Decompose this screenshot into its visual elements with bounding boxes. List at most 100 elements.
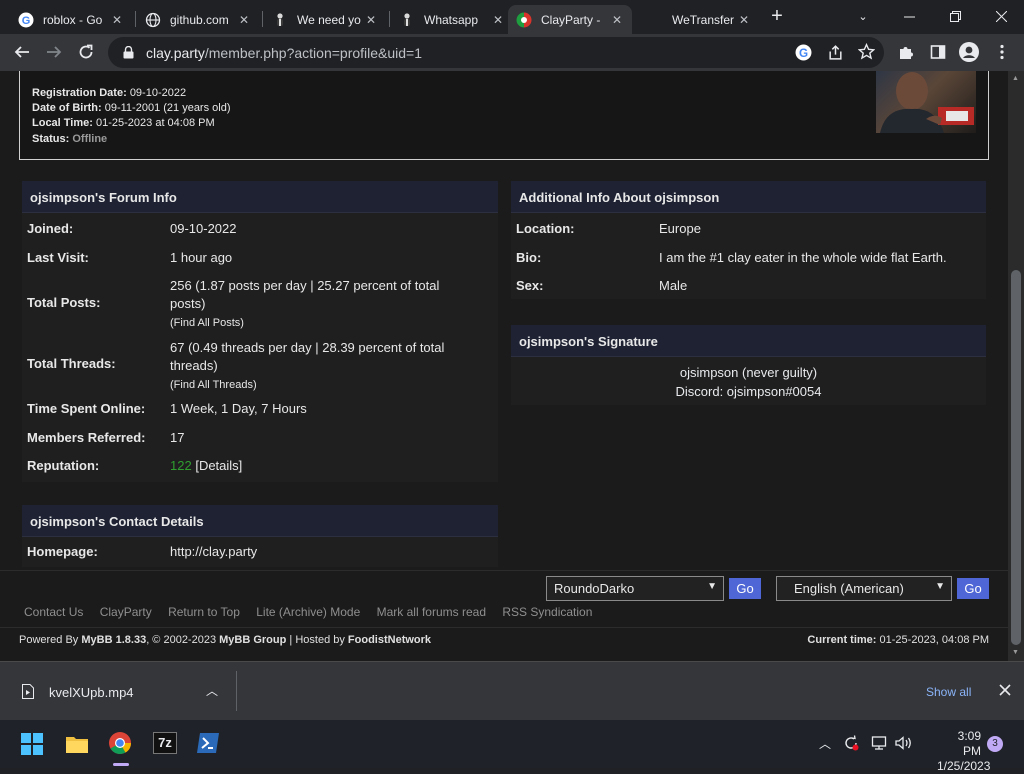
minimize-button[interactable]: [886, 0, 932, 32]
close-icon[interactable]: ✕: [489, 13, 507, 27]
url-path: /member.php?action=profile&uid=1: [204, 44, 423, 61]
homepage-link[interactable]: http://clay.party: [170, 543, 257, 561]
time-online-label: Time Spent Online:: [27, 401, 146, 416]
person-icon: [399, 12, 415, 28]
tab-clayparty[interactable]: ClayParty - ✕: [508, 5, 632, 34]
theme-go-button[interactable]: Go: [729, 578, 761, 599]
close-icon[interactable]: ✕: [235, 13, 253, 27]
windows-start-icon[interactable]: [21, 733, 43, 760]
bookmark-star-icon[interactable]: [857, 42, 876, 65]
show-all-button[interactable]: Show all: [926, 685, 971, 699]
download-divider: [236, 671, 237, 711]
registration-date: Registration Date: 09-10-2022: [32, 87, 187, 99]
find-all-threads-link[interactable]: (Find All Threads): [170, 379, 257, 391]
powershell-icon[interactable]: [196, 732, 220, 759]
time-online-value: 1 Week, 1 Day, 7 Hours: [170, 401, 307, 416]
tab-we-need[interactable]: We need yo ✕: [264, 5, 386, 34]
new-tab-button[interactable]: +: [766, 6, 788, 28]
total-posts-label: Total Posts:: [27, 295, 101, 310]
profile-avatar-icon[interactable]: [955, 38, 983, 66]
tab-title: Whatsapp: [424, 12, 479, 27]
chrome-icon[interactable]: [108, 731, 132, 760]
lock-icon[interactable]: [120, 46, 136, 59]
restore-button[interactable]: [932, 0, 978, 32]
chevron-up-icon[interactable]: ︿: [206, 682, 218, 699]
side-panel-icon[interactable]: [924, 38, 952, 66]
close-icon[interactable]: ✕: [108, 13, 126, 27]
reputation-label: Reputation:: [27, 458, 100, 473]
return-to-top-link[interactable]: Return to Top: [168, 605, 240, 619]
network-icon[interactable]: [871, 735, 887, 754]
clayparty-link[interactable]: ClayParty: [100, 605, 152, 619]
window-close-button[interactable]: [978, 0, 1024, 32]
signature-text: ojsimpson (never guilty) Discord: ojsimp…: [675, 365, 822, 399]
last-visit-value: 1 hour ago: [170, 250, 233, 265]
back-arrow-icon[interactable]: [8, 38, 36, 66]
mybb-link[interactable]: MyBB 1.8.33: [81, 634, 146, 646]
mark-forums-read-link[interactable]: Mark all forums read: [377, 605, 486, 619]
close-icon[interactable]: ✕: [362, 13, 380, 27]
language-go-button[interactable]: Go: [957, 578, 989, 599]
additional-info-heading: Additional Info About ojsimpson: [511, 181, 986, 213]
footer-divider: [0, 627, 1008, 628]
globe-icon: [145, 12, 161, 28]
tab-divider: [262, 11, 263, 27]
forum-info-panel: ojsimpson's Forum Info Joined: 09-10-202…: [22, 181, 498, 482]
address-bar[interactable]: clay.party/member.php?action=profile&uid…: [108, 37, 884, 68]
reputation-details-link[interactable]: [Details]: [195, 458, 242, 473]
notification-badge[interactable]: 3: [987, 736, 1003, 752]
theme-select[interactable]: RoundoDarko ▼: [546, 576, 724, 601]
profile-summary-box: Registration Date: 09-10-2022 Date of Bi…: [19, 71, 989, 160]
find-all-posts-link[interactable]: (Find All Posts): [170, 317, 244, 329]
tab-strip: G roblox - Go ✕ github.com ✕ We need yo …: [0, 0, 1024, 34]
kebab-menu-icon[interactable]: [988, 38, 1016, 66]
clock-time: 3:09 PM: [957, 729, 981, 758]
file-explorer-icon[interactable]: [65, 733, 89, 760]
scroll-up-icon[interactable]: ▲: [1012, 75, 1019, 82]
forward-arrow-icon[interactable]: [40, 38, 68, 66]
tab-github[interactable]: github.com ✕: [137, 5, 259, 34]
last-visit-label: Last Visit:: [27, 250, 89, 265]
clayparty-logo-icon: [516, 12, 532, 28]
person-icon: [272, 12, 288, 28]
close-icon[interactable]: [999, 683, 1011, 701]
tab-roblox[interactable]: G roblox - Go ✕: [10, 5, 132, 34]
video-file-icon: [22, 684, 34, 704]
local-time: Local Time: 01-25-2023 at 04:08 PM: [32, 117, 215, 129]
rss-link[interactable]: RSS Syndication: [502, 605, 592, 619]
homepage-label: Homepage:: [27, 544, 98, 559]
avatar: [876, 71, 976, 133]
tab-title: WeTransfer: [672, 12, 735, 27]
download-filename[interactable]: kvelXUpb.mp4: [49, 685, 134, 700]
bio-label: Bio:: [516, 250, 542, 265]
volume-icon[interactable]: [895, 735, 913, 754]
close-icon[interactable]: ✕: [735, 13, 753, 27]
reputation-score[interactable]: 122: [170, 458, 192, 473]
host-link[interactable]: FoodistNetwork: [348, 634, 431, 646]
page-scrollbar[interactable]: ▲ ▼: [1008, 71, 1024, 661]
scroll-down-icon[interactable]: ▼: [1012, 649, 1019, 656]
reload-icon[interactable]: [72, 38, 100, 66]
language-select[interactable]: English (American) ▼: [776, 576, 952, 601]
tab-whatsapp[interactable]: Whatsapp ✕: [391, 5, 513, 34]
7zip-icon[interactable]: 7z: [153, 732, 177, 754]
url-text: clay.party/member.php?action=profile&uid…: [146, 45, 422, 61]
contact-details-panel: ojsimpson's Contact Details Homepage: ht…: [22, 505, 498, 567]
lite-mode-link[interactable]: Lite (Archive) Mode: [256, 605, 360, 619]
chevron-up-icon[interactable]: ︿: [819, 735, 831, 752]
sync-icon[interactable]: [843, 735, 859, 754]
chevron-down-icon[interactable]: ⌄: [840, 0, 886, 32]
mybb-group-link[interactable]: MyBB Group: [219, 634, 286, 646]
chevron-down-icon: ▼: [707, 581, 717, 592]
extensions-puzzle-icon[interactable]: [892, 38, 920, 66]
share-icon[interactable]: [827, 44, 844, 66]
system-clock[interactable]: 3:09 PM 1/25/2023: [937, 729, 990, 774]
tab-title: We need yo: [297, 12, 361, 27]
close-icon[interactable]: ✕: [608, 13, 626, 27]
google-lens-icon[interactable]: G: [795, 44, 812, 66]
contact-us-link[interactable]: Contact Us: [24, 605, 83, 619]
contact-details-heading: ojsimpson's Contact Details: [22, 505, 498, 537]
powered-by: Powered By MyBB 1.8.33, © 2002-2023 MyBB…: [19, 634, 432, 646]
scrollbar-thumb[interactable]: [1011, 270, 1021, 645]
tab-wetransfer[interactable]: WeTransfer ✕: [639, 5, 759, 34]
